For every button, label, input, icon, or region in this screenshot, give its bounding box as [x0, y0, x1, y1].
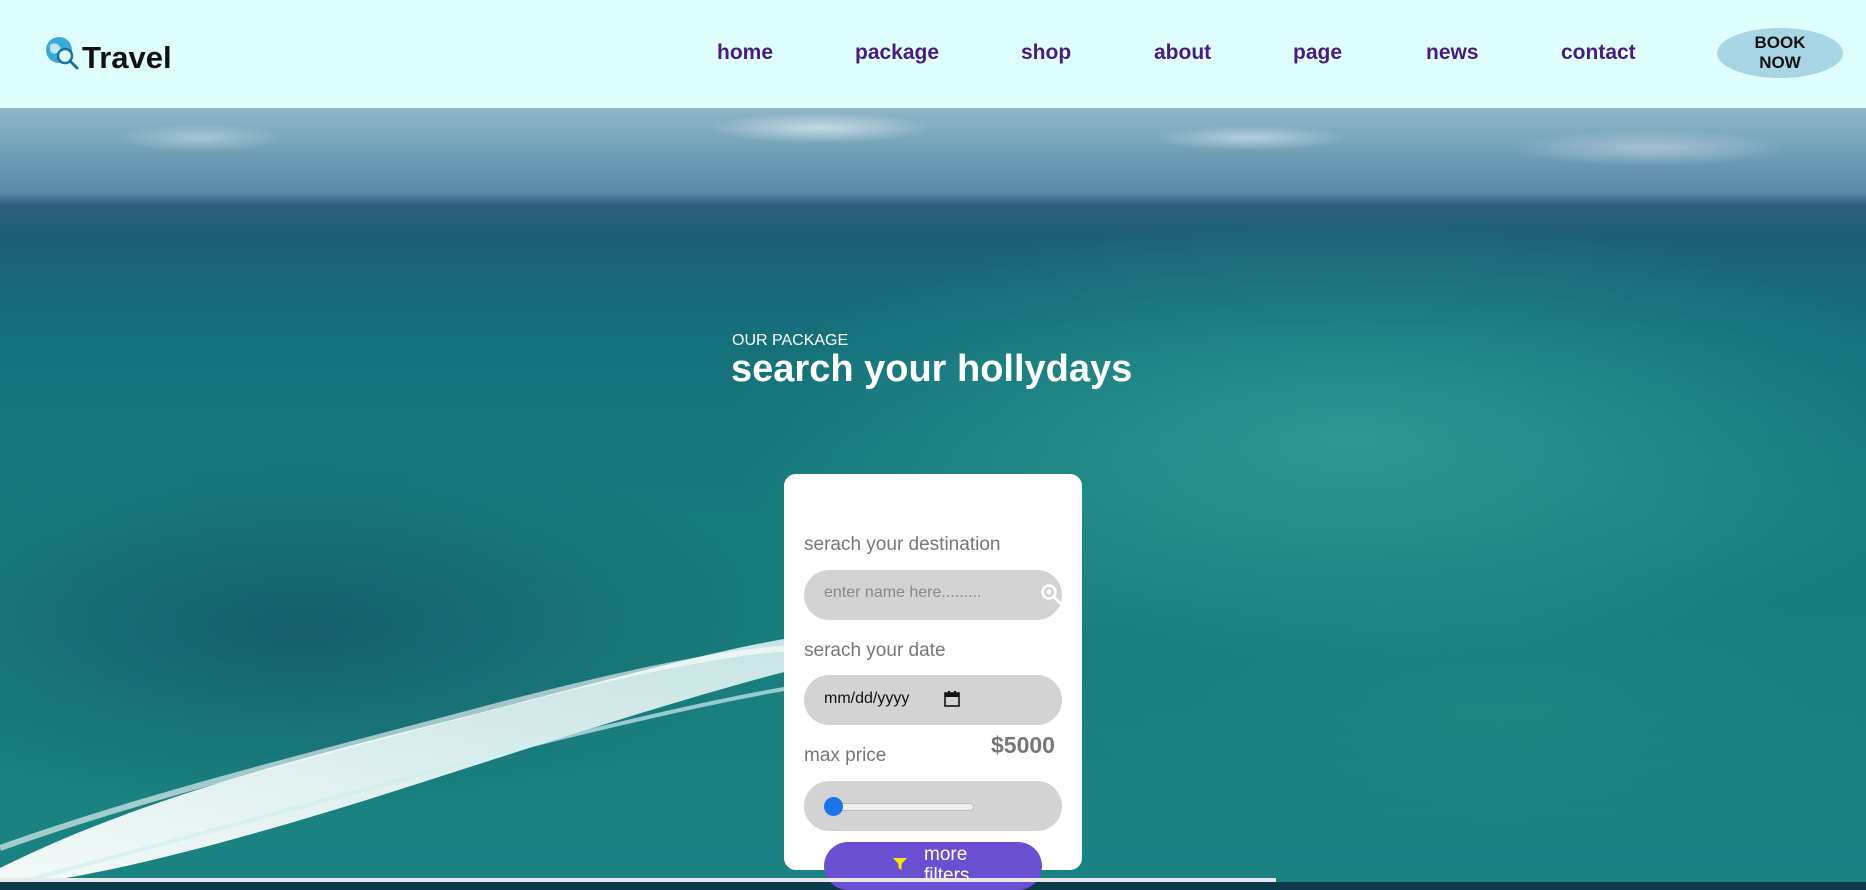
- price-slider-track[interactable]: [824, 803, 974, 811]
- price-slider-thumb[interactable]: [824, 797, 843, 816]
- destination-label: serach your destination: [804, 534, 1001, 555]
- nav-home[interactable]: home: [717, 41, 773, 65]
- page-title: search your hollydays: [731, 348, 1133, 390]
- globe-search-icon: [46, 37, 79, 70]
- destination-field[interactable]: [804, 570, 1062, 620]
- date-input[interactable]: mm/dd/yyyy: [824, 690, 909, 708]
- nav-about[interactable]: about: [1154, 41, 1211, 65]
- date-field[interactable]: mm/dd/yyyy: [804, 675, 1062, 725]
- calendar-icon[interactable]: [944, 691, 960, 707]
- book-now-button[interactable]: BOOK NOW: [1717, 28, 1843, 78]
- nav-page[interactable]: page: [1293, 41, 1342, 65]
- horizontal-scrollbar[interactable]: [0, 878, 1276, 882]
- site-header: Travel home package shop about page news…: [0, 0, 1866, 108]
- date-label: serach your date: [804, 640, 946, 661]
- nav-package[interactable]: package: [855, 41, 939, 65]
- search-icon[interactable]: [1040, 583, 1062, 605]
- price-label: max price: [804, 745, 887, 766]
- nav-contact[interactable]: contact: [1561, 41, 1636, 65]
- price-slider-field: [804, 781, 1062, 831]
- nav-news[interactable]: news: [1426, 41, 1479, 65]
- filter-funnel-icon: [893, 858, 907, 870]
- nav-shop[interactable]: shop: [1021, 41, 1071, 65]
- destination-input[interactable]: [824, 584, 1014, 602]
- logo-text: Travel: [82, 40, 172, 75]
- more-filters-button[interactable]: more filters: [824, 842, 1042, 890]
- search-card: serach your destination serach your date…: [784, 474, 1082, 890]
- logo[interactable]: Travel: [44, 30, 172, 76]
- price-value: $5000: [991, 732, 1055, 758]
